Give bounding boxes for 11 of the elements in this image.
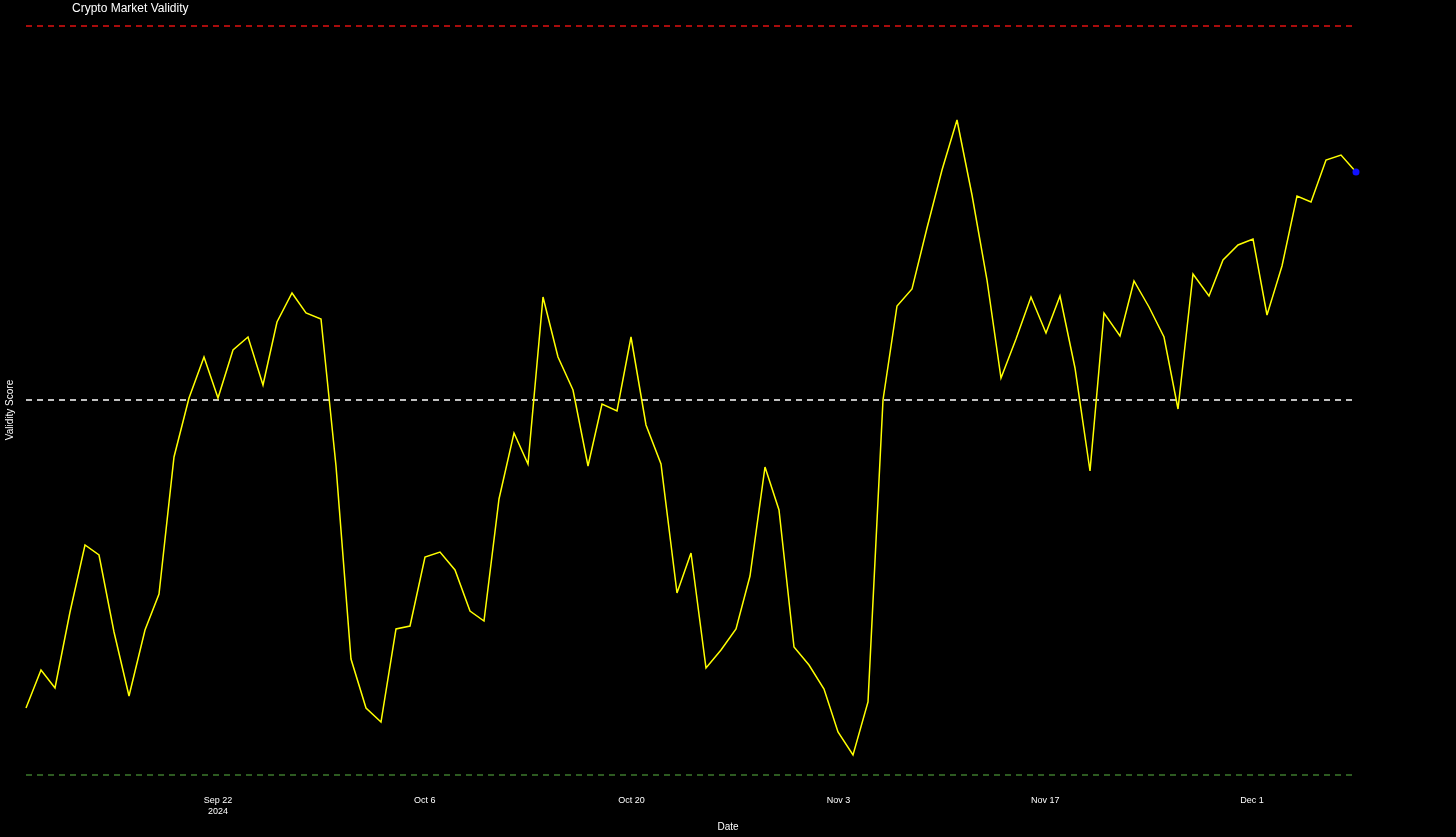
tick-label: Dec 1 — [1240, 795, 1264, 805]
tick-label: Oct 20 — [618, 795, 645, 805]
y-axis-title: Validity Score — [4, 379, 15, 441]
tick-label: Nov 3 — [826, 795, 851, 805]
chart-title: Crypto Market Validity — [72, 1, 189, 15]
tick-label: Oct 6 — [414, 795, 436, 805]
tick-label: Nov 17 — [1030, 795, 1060, 805]
x-axis-title: Date — [717, 821, 739, 832]
tick-label: 2024 — [208, 806, 228, 816]
end-point-marker — [1352, 168, 1360, 176]
tick-label: Sep 22 — [203, 795, 233, 805]
